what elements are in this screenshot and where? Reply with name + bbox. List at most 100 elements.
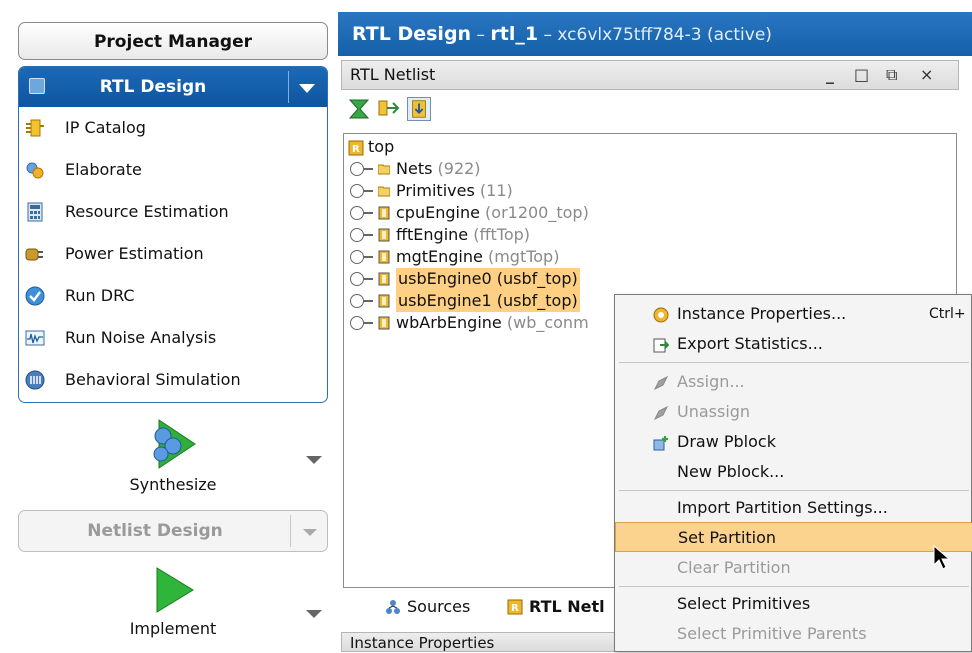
elaborate-icon (26, 162, 44, 179)
menu-item-draw-pblock[interactable]: Draw Pblock (615, 427, 972, 457)
menu-item-export-statistics[interactable]: Export Statistics... (615, 329, 972, 359)
expand-icon[interactable] (350, 250, 373, 264)
menu-item-set-partition[interactable]: Set Partition (615, 522, 972, 552)
rtl-design-header[interactable]: RTL Design (19, 67, 327, 107)
menu-item-new-pblock[interactable]: New Pblock... (615, 457, 972, 487)
nav-item-ip-catalog[interactable]: IP Catalog (19, 107, 327, 149)
chevron-down-icon[interactable] (306, 456, 322, 464)
menu-item-label: New Pblock... (677, 462, 785, 481)
expand-icon[interactable] (350, 184, 373, 198)
tab-label: Sources (407, 597, 471, 616)
tab-label: RTL Netl (529, 597, 605, 616)
netlist-divider (290, 515, 291, 547)
node-name: cpuEngine (396, 203, 480, 222)
menu-item-unassign[interactable]: Unassign (615, 397, 972, 427)
menu-item-label: Instance Properties... (677, 304, 847, 323)
expand-icon[interactable] (350, 206, 373, 220)
module-icon (378, 294, 390, 308)
expand-all-icon[interactable] (377, 97, 401, 121)
folder-icon (378, 186, 390, 197)
nav-item-power-estimation[interactable]: Power Estimation (19, 233, 327, 275)
run-drc-icon (25, 286, 45, 306)
context-menu: Instance Properties... Ctrl+ Export Stat… (614, 294, 972, 652)
menu-item-label: Export Statistics... (677, 334, 823, 353)
node-name: mgtEngine (396, 247, 483, 266)
properties-icon (653, 307, 669, 323)
menu-separator (619, 362, 969, 363)
expand-icon[interactable] (350, 228, 373, 242)
expand-icon[interactable] (350, 294, 373, 308)
tab-rtl-netlist[interactable]: R RTL Netl (503, 592, 605, 622)
module-icon (378, 228, 390, 242)
implement-step[interactable]: Implement (18, 566, 328, 652)
node-name: wbArbEngine (396, 313, 502, 332)
header-divider (288, 71, 289, 103)
nav-item-elaborate[interactable]: Elaborate (19, 149, 327, 191)
chevron-down-icon[interactable] (299, 84, 315, 93)
node-name: Nets (396, 159, 433, 178)
sources-icon (386, 600, 400, 614)
power-estimation-icon (25, 248, 43, 261)
menu-item-label: Unassign (677, 402, 751, 421)
window-title-bar: RTL Design – rtl_1 – xc6vlx75tff784-3 (a… (338, 12, 972, 56)
export-icon (653, 338, 669, 353)
nav-item-run-noise-analysis[interactable]: Run Noise Analysis (19, 317, 327, 359)
minimize-icon[interactable]: _ (826, 61, 834, 89)
menu-item-select-primitive-parents[interactable]: Select Primitive Parents (615, 619, 972, 649)
menu-item-import-partition-settings[interactable]: Import Partition Settings... (615, 493, 972, 523)
title-separator: – (471, 25, 491, 45)
float-icon[interactable]: ⧉ (886, 61, 897, 89)
tab-sources[interactable]: Sources (381, 592, 470, 622)
nav-item-resource-estimation[interactable]: Resource Estimation (19, 191, 327, 233)
menu-item-assign[interactable]: Assign... (615, 367, 972, 397)
nav-item-label: Elaborate (65, 160, 142, 179)
mouse-cursor-icon (933, 545, 951, 570)
title-main: RTL Design (352, 23, 472, 45)
menu-item-label: Import Partition Settings... (677, 498, 888, 517)
resource-estimation-icon (27, 202, 43, 222)
menu-shortcut: Ctrl+ (929, 306, 966, 322)
maximize-icon[interactable]: □ (854, 61, 869, 89)
menu-item-label: Select Primitive Parents (677, 624, 867, 643)
rtl-design-section: RTL Design IP Catalog Elaborate Resource… (18, 66, 328, 403)
menu-item-label: Draw Pblock (677, 432, 776, 451)
title-design-name: rtl_1 (490, 23, 539, 45)
node-detail: (11) (479, 181, 513, 200)
nav-item-behavioral-simulation[interactable]: Behavioral Simulation (19, 359, 327, 401)
nav-item-label: Resource Estimation (65, 202, 229, 221)
node-name: Primitives (396, 181, 475, 200)
netlist-design-button[interactable]: Netlist Design (18, 510, 328, 552)
expand-icon[interactable] (350, 316, 373, 330)
nav-item-label: Run DRC (65, 286, 135, 305)
netlist-toolbar (341, 90, 959, 130)
menu-separator (619, 586, 969, 587)
menu-item-clear-partition[interactable]: Clear Partition (615, 553, 972, 583)
expand-icon[interactable] (350, 272, 373, 286)
expand-icon[interactable] (350, 162, 373, 176)
synthesize-step[interactable]: Synthesize (18, 418, 328, 503)
implement-icon (156, 567, 194, 613)
node-detail: (usbf_top) (496, 269, 578, 288)
chevron-down-icon[interactable] (306, 610, 322, 618)
collapse-all-icon[interactable] (347, 97, 371, 121)
svg-text:R: R (352, 144, 360, 155)
menu-item-label: Set Partition (678, 528, 777, 547)
close-icon[interactable]: × (920, 61, 933, 89)
nav-item-run-drc[interactable]: Run DRC (19, 275, 327, 317)
title-separator: – (538, 25, 558, 45)
title-part: xc6vlx75tff784-3 (active) (557, 25, 772, 45)
chevron-down-icon[interactable] (303, 529, 317, 536)
rtl-netlist-icon: R (507, 599, 523, 615)
netlist-design-label: Netlist Design (87, 521, 223, 541)
noise-analysis-icon (25, 330, 45, 346)
menu-item-label: Clear Partition (677, 558, 791, 577)
menu-item-instance-properties[interactable]: Instance Properties... Ctrl+ (615, 299, 972, 329)
unassign-icon (653, 405, 669, 421)
project-manager-button[interactable]: Project Manager (18, 22, 328, 60)
menu-item-select-primitives[interactable]: Select Primitives (615, 589, 972, 619)
show-hierarchy-icon[interactable] (407, 97, 431, 121)
menu-separator (619, 490, 969, 491)
behavioral-simulation-icon (25, 370, 45, 390)
module-icon (378, 206, 390, 220)
module-icon (378, 316, 390, 330)
